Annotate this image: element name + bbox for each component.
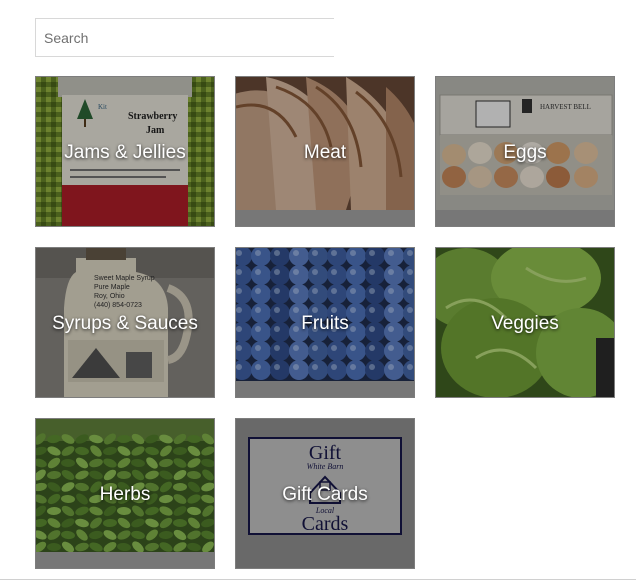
search-input[interactable] xyxy=(35,18,334,57)
category-tile-meat[interactable]: Meat xyxy=(235,76,415,227)
category-page: Kit Strawberry Jam Jams & Jellies xyxy=(0,0,636,584)
category-label: Veggies xyxy=(491,312,559,334)
category-label: Meat xyxy=(303,141,347,163)
category-tile-fruits[interactable]: Fruits xyxy=(235,247,415,398)
category-tile-veggies[interactable]: Veggies xyxy=(435,247,615,398)
footer-divider xyxy=(0,579,636,580)
category-tile-gift-cards[interactable]: Gift White Barn Local Cards Gift Cards xyxy=(235,418,415,569)
category-tile-eggs[interactable]: HARVEST BELL Eggs xyxy=(435,76,615,227)
category-label: Herbs xyxy=(99,483,151,505)
category-tile-herbs[interactable]: Herbs xyxy=(35,418,215,569)
category-label: Gift Cards xyxy=(282,483,368,505)
category-label: Syrups & Sauces xyxy=(52,312,198,334)
category-label: Jams & Jellies xyxy=(64,141,186,163)
category-tile-syrups-sauces[interactable]: Sweet Maple Syrup Pure Maple Roy, Ohio (… xyxy=(35,247,215,398)
category-label: Fruits xyxy=(301,312,349,334)
category-grid: Kit Strawberry Jam Jams & Jellies xyxy=(35,76,615,569)
category-label: Eggs xyxy=(503,141,547,163)
category-tile-jams-jellies[interactable]: Kit Strawberry Jam Jams & Jellies xyxy=(35,76,215,227)
